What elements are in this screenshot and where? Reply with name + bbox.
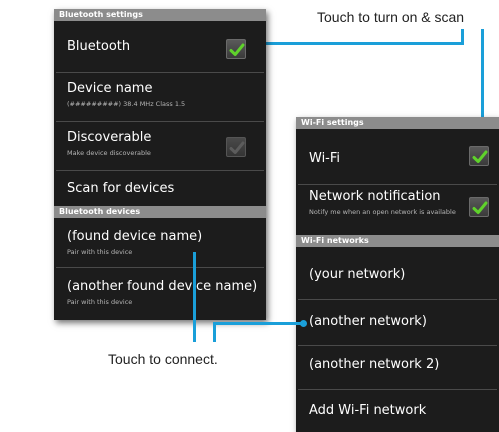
device-name: (another found device name) xyxy=(67,279,258,294)
discoverable-sub: Make device discoverable xyxy=(67,149,151,157)
device-list-item[interactable]: (found device name) Pair with this devic… xyxy=(54,218,266,267)
wifi-checkbox[interactable] xyxy=(469,146,489,166)
callout-line-connect-network-drop xyxy=(213,322,216,342)
callout-turn-on-scan: Touch to turn on & scan xyxy=(317,9,465,25)
network-list-item[interactable]: (another network 2) xyxy=(296,346,499,389)
bluetooth-settings-screen: Bluetooth settings Bluetooth Device name… xyxy=(54,9,266,320)
network-notification-sub: Notify me when an open network is availa… xyxy=(309,208,456,216)
bluetooth-settings-header: Bluetooth settings xyxy=(54,9,266,21)
add-wifi-network-row[interactable]: Add Wi-Fi network xyxy=(296,390,499,432)
callout-touch-to-connect: Touch to connect. xyxy=(108,351,218,367)
scan-for-devices-label: Scan for devices xyxy=(67,181,175,196)
device-sub: Pair with this device xyxy=(67,248,133,256)
discoverable-checkbox[interactable] xyxy=(226,137,246,157)
network-name: (another network 2) xyxy=(309,357,440,372)
device-name: (found device name) xyxy=(67,229,203,244)
device-name-row[interactable]: Device name (#########) 38.4 MHz Class 1… xyxy=(54,73,266,121)
callout-line-connect-network xyxy=(213,322,305,325)
wifi-toggle-row[interactable]: Wi-Fi xyxy=(296,129,499,185)
network-name: (another network) xyxy=(309,314,427,329)
callout-line-connect-device xyxy=(193,252,196,342)
bluetooth-devices-header: Bluetooth devices xyxy=(54,206,266,218)
discoverable-label: Discoverable xyxy=(67,130,152,145)
network-list-item[interactable]: (another network) xyxy=(296,300,499,345)
bluetooth-toggle-row[interactable]: Bluetooth xyxy=(54,21,266,71)
network-notification-checkbox[interactable] xyxy=(469,197,489,217)
bluetooth-label: Bluetooth xyxy=(67,39,131,54)
scan-for-devices-row[interactable]: Scan for devices xyxy=(54,171,266,206)
wifi-settings-screen: Wi-Fi settings Wi-Fi Network notificatio… xyxy=(296,117,499,432)
network-notification-label: Network notification xyxy=(309,189,441,204)
checkmark-icon xyxy=(472,201,488,214)
callout-dot xyxy=(300,320,307,327)
device-sub: Pair with this device xyxy=(67,298,133,306)
discoverable-row[interactable]: Discoverable Make device discoverable xyxy=(54,122,266,170)
add-wifi-network-label: Add Wi-Fi network xyxy=(309,403,427,418)
device-list-item[interactable]: (another found device name) Pair with th… xyxy=(54,268,266,318)
wifi-label: Wi-Fi xyxy=(309,151,341,166)
callout-line-scan-horizontal xyxy=(249,42,464,45)
network-list-item[interactable]: (your network) xyxy=(296,247,499,299)
checkmark-icon xyxy=(229,141,245,154)
checkmark-icon xyxy=(229,43,245,56)
network-notification-row[interactable]: Network notification Notify me when an o… xyxy=(296,185,499,236)
checkmark-icon xyxy=(472,150,488,163)
wifi-networks-header: Wi-Fi networks xyxy=(296,235,499,247)
device-name-value: (#########) 38.4 MHz Class 1.5 xyxy=(67,100,186,108)
network-name: (your network) xyxy=(309,267,406,282)
device-name-label: Device name xyxy=(67,81,153,96)
bluetooth-checkbox[interactable] xyxy=(226,39,246,59)
wifi-settings-header: Wi-Fi settings xyxy=(296,117,499,129)
